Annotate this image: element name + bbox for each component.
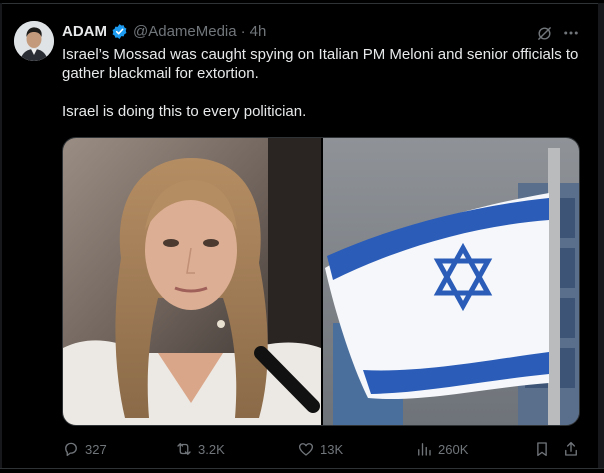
- repost-button[interactable]: 3.2K: [175, 440, 225, 458]
- more-options-icon[interactable]: [562, 24, 580, 42]
- views-chart-icon: [418, 443, 431, 456]
- bookmark-button[interactable]: [533, 440, 556, 458]
- view-count: 260K: [438, 441, 469, 457]
- like-button[interactable]: 13K: [297, 440, 343, 458]
- grok-icon[interactable]: [536, 25, 553, 42]
- post-text-line-1: Israel’s Mossad was caught spying on Ita…: [62, 46, 579, 82]
- repost-icon: [177, 443, 191, 455]
- right-edge: [598, 3, 604, 469]
- post-text-line-2: Israel is doing this to every politician…: [62, 103, 307, 120]
- verified-badge-icon: [111, 23, 128, 40]
- author-handle[interactable]: @AdameMedia: [133, 23, 237, 40]
- bottom-divider: [0, 468, 604, 469]
- heart-icon: [298, 443, 314, 456]
- like-count: 13K: [320, 441, 344, 457]
- author-avatar[interactable]: [14, 21, 54, 61]
- action-bar: 327 3.2K 13K 260K: [62, 440, 580, 462]
- reply-button[interactable]: 327: [62, 440, 107, 458]
- post-media[interactable]: [62, 137, 580, 426]
- left-edge: [0, 3, 2, 469]
- reply-count: 327: [85, 441, 107, 457]
- post-text: Israel’s Mossad was caught spying on Ita…: [62, 45, 592, 121]
- header-separator: ·: [240, 23, 246, 40]
- repost-count: 3.2K: [198, 441, 225, 457]
- author-name[interactable]: ADAM: [62, 23, 107, 40]
- bookmark-icon: [537, 442, 547, 457]
- views-button[interactable]: 260K: [415, 440, 468, 458]
- post-header: ADAM @AdameMedia · 4h: [62, 23, 266, 40]
- share-icon: [565, 441, 577, 456]
- portrait-photo: [63, 138, 321, 425]
- post-time[interactable]: 4h: [250, 23, 267, 40]
- flag-photo: [323, 138, 579, 425]
- share-button[interactable]: [562, 440, 585, 458]
- reply-icon: [65, 442, 77, 457]
- top-divider: [0, 3, 604, 4]
